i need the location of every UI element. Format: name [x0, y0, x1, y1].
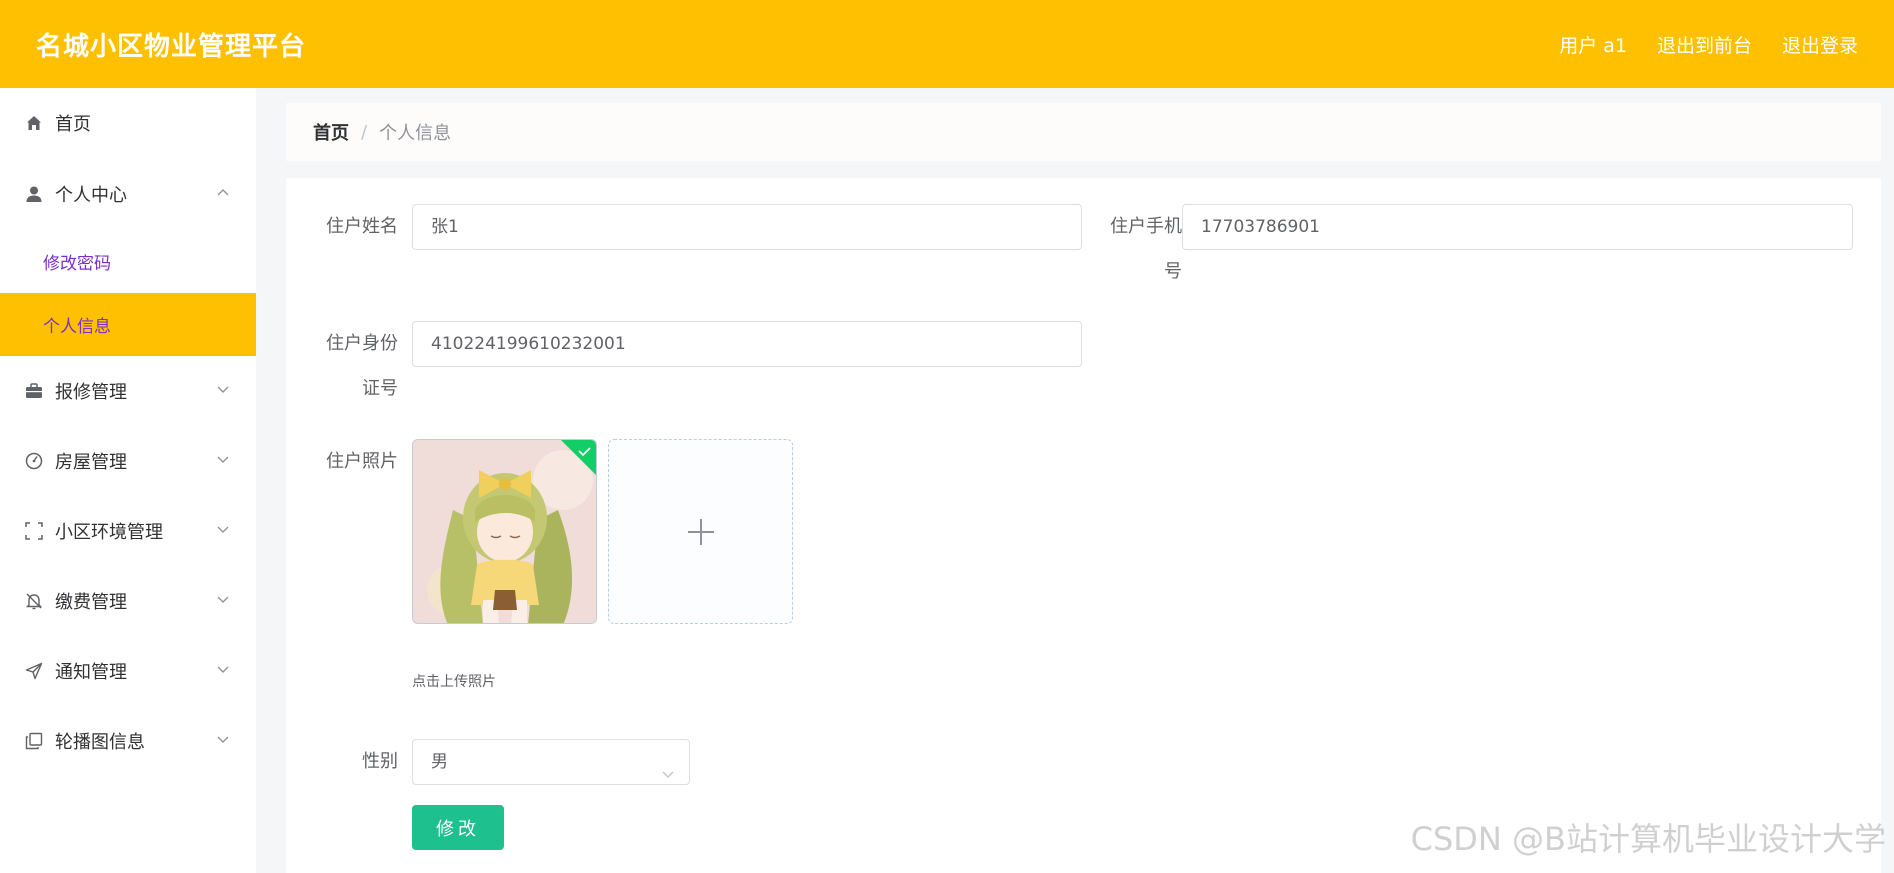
upload-photo-button[interactable]	[608, 439, 793, 624]
briefcase-icon	[24, 381, 44, 401]
phone-label-line1: 住户手机	[1110, 216, 1182, 237]
sidebar-item-label: 报修管理	[55, 382, 127, 403]
sidebar-item-environment[interactable]: 小区环境管理	[0, 496, 256, 566]
watermark: CSDN @B站计算机毕业设计大学	[1410, 820, 1886, 858]
idcard-label: 住户身份 证号	[306, 321, 398, 411]
chevron-down-icon	[661, 754, 675, 798]
sidebar-item-house[interactable]: 房屋管理	[0, 426, 256, 496]
name-label: 住户姓名	[326, 216, 398, 237]
sidebar-item-label: 个人中心	[55, 185, 127, 206]
user-icon	[24, 184, 44, 204]
gauge-icon	[24, 451, 44, 471]
sidebar-item-notice[interactable]: 通知管理	[0, 636, 256, 706]
chevron-down-icon	[216, 523, 230, 537]
avatar-illustration	[413, 440, 596, 623]
breadcrumb: 首页 / 个人信息	[286, 103, 1881, 161]
personal-info-form: 住户姓名 张1 住户手机 号 17703786901 住户身份 证号 41022…	[286, 178, 1881, 873]
sidebar-item-payment[interactable]: 缴费管理	[0, 566, 256, 636]
phone-label-line2: 号	[1164, 261, 1182, 282]
chevron-down-icon	[216, 733, 230, 747]
uploaded-photo-thumbnail[interactable]	[412, 439, 597, 624]
send-icon	[24, 661, 44, 681]
home-icon	[24, 113, 44, 133]
logout-link[interactable]: 退出登录	[1782, 31, 1858, 58]
chevron-down-icon	[216, 453, 230, 467]
sidebar-item-label: 房屋管理	[55, 452, 127, 473]
breadcrumb-home[interactable]: 首页	[313, 119, 349, 145]
sidebar-item-change-password[interactable]: 修改密码	[0, 230, 256, 293]
gender-label: 性别	[362, 751, 398, 772]
sidebar-item-label: 首页	[55, 114, 91, 135]
bell-off-icon	[24, 591, 44, 611]
chevron-up-icon	[216, 185, 230, 199]
chevron-down-icon	[216, 593, 230, 607]
breadcrumb-separator: /	[361, 121, 368, 143]
plus-icon	[687, 518, 714, 545]
sidebar-item-repair[interactable]: 报修管理	[0, 356, 256, 426]
sidebar-item-personal-center[interactable]: 个人中心	[0, 158, 256, 230]
back-to-front-link[interactable]: 退出到前台	[1657, 31, 1752, 58]
sidebar-item-label: 小区环境管理	[55, 522, 163, 543]
photo-label: 住户照片	[326, 451, 398, 472]
sidebar-item-personal-info[interactable]: 个人信息	[0, 293, 256, 356]
name-input[interactable]: 张1	[412, 204, 1082, 250]
main-content: 首页 / 个人信息 住户姓名 张1 住户手机 号 17703786901 住户身…	[286, 103, 1881, 873]
user-label: 用户 a1	[1559, 34, 1627, 57]
sidebar-item-carousel[interactable]: 轮播图信息	[0, 706, 256, 776]
breadcrumb-current: 个人信息	[379, 123, 452, 144]
copy-icon	[24, 731, 44, 751]
gender-value: 男	[431, 752, 448, 772]
app-title: 名城小区物业管理平台	[36, 31, 307, 62]
phone-label: 住户手机 号	[1086, 204, 1182, 294]
submit-button[interactable]: 修改	[412, 805, 504, 850]
idcard-label-line2: 证号	[362, 378, 398, 399]
upload-tip: 点击上传照片	[412, 674, 496, 690]
header-links: 用户 a1 退出到前台 退出登录	[1559, 31, 1858, 58]
chevron-down-icon	[216, 383, 230, 397]
sidebar-item-label: 缴费管理	[55, 592, 127, 613]
sidebar-item-label: 通知管理	[55, 662, 127, 683]
sidebar-item-label: 轮播图信息	[55, 732, 145, 753]
gender-select[interactable]: 男	[412, 739, 690, 785]
phone-input[interactable]: 17703786901	[1182, 204, 1853, 250]
top-header: 名城小区物业管理平台 用户 a1 退出到前台 退出登录	[0, 0, 1894, 88]
idcard-label-line1: 住户身份	[326, 333, 398, 354]
sidebar: 首页 个人中心 修改密码 个人信息 报修管理 房屋管理 小区环境管理 缴费管理 …	[0, 88, 256, 873]
idcard-input[interactable]: 410224199610232001	[412, 321, 1082, 367]
sidebar-item-home[interactable]: 首页	[0, 88, 256, 158]
fullscreen-icon	[24, 521, 44, 541]
chevron-down-icon	[216, 663, 230, 677]
